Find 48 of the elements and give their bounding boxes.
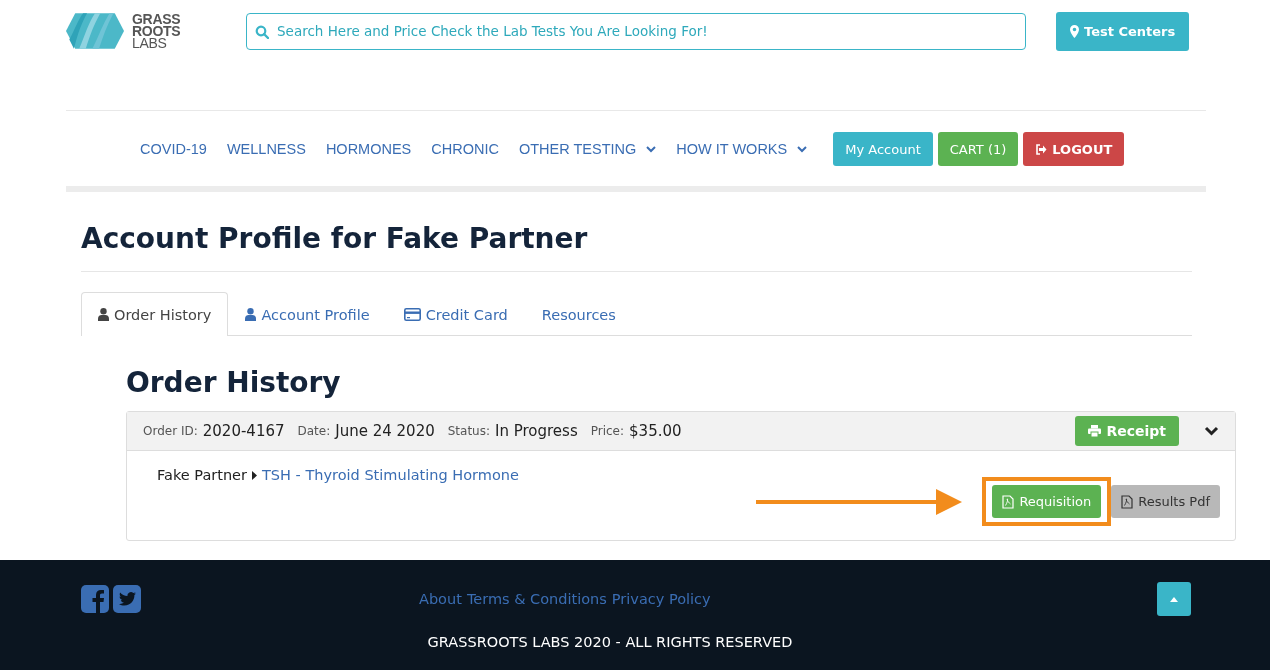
nav-link[interactable]: WELLNESS bbox=[226, 141, 306, 157]
nav-link[interactable]: OTHER TESTING bbox=[518, 141, 657, 157]
receipt-button[interactable]: Receipt bbox=[1075, 416, 1179, 446]
bird-icon[interactable] bbox=[113, 585, 141, 613]
copyright-text: GRASSROOTS LABS 2020 - ALL RIGHTS RESERVED bbox=[426, 634, 794, 650]
field-label: Price: bbox=[590, 424, 625, 438]
user-icon bbox=[98, 308, 109, 321]
user-icon bbox=[245, 308, 257, 321]
logout-button[interactable]: LOGOUT bbox=[1023, 132, 1125, 166]
nav-link[interactable]: COVID-19 bbox=[140, 141, 207, 157]
results-pdf-button[interactable]: Results Pdf bbox=[1111, 485, 1220, 518]
field-value: $35.00 bbox=[629, 422, 682, 440]
section-title: Order History bbox=[126, 366, 342, 399]
tab[interactable]: Account Profile bbox=[228, 292, 387, 336]
field-value: 2020-4167 bbox=[202, 422, 285, 440]
chevron-down-icon[interactable] bbox=[1204, 426, 1219, 436]
nav-link[interactable]: HORMONES bbox=[325, 141, 412, 157]
nav-link[interactable]: CHRONIC bbox=[431, 141, 499, 157]
tab[interactable]: Order History bbox=[81, 292, 229, 336]
footer-link[interactable]: Terms & Conditions bbox=[466, 591, 607, 607]
pdf-file-icon bbox=[1002, 494, 1015, 509]
tab[interactable]: Credit Card bbox=[386, 292, 525, 336]
caret-up-icon bbox=[1170, 596, 1178, 602]
requisition-button[interactable]: Requisition bbox=[992, 485, 1102, 518]
sign-out-icon bbox=[1035, 143, 1048, 155]
credit-card-icon bbox=[403, 308, 421, 321]
facebook-icon[interactable] bbox=[81, 585, 109, 613]
pdf-file-icon bbox=[1121, 494, 1134, 509]
field-label: Order ID: bbox=[143, 424, 198, 438]
field-value: In Progress bbox=[495, 422, 578, 440]
field-value: June 24 2020 bbox=[335, 422, 435, 440]
logo-text: LABS bbox=[132, 37, 167, 49]
patient-name: Fake Partner bbox=[157, 467, 247, 483]
search-field[interactable]: Search Here and Price Check the Lab Tests You Are Looking For! bbox=[246, 12, 1026, 50]
map-pin-icon bbox=[1070, 24, 1079, 38]
test-link[interactable]: TSH - Thyroid Stimulating Hormone bbox=[262, 467, 519, 483]
footer-link[interactable]: About bbox=[419, 591, 462, 607]
field-label: Status: bbox=[447, 424, 490, 438]
caret-right-icon bbox=[252, 470, 257, 480]
page-title: Account Profile for Fake Partner bbox=[81, 222, 1192, 272]
nav-link[interactable]: HOW IT WORKS bbox=[676, 141, 808, 157]
cart-button[interactable]: CART (1) bbox=[937, 132, 1019, 166]
logo-text: ROOTS bbox=[132, 25, 181, 37]
field-label: Date: bbox=[297, 424, 331, 438]
printer-icon bbox=[1088, 425, 1102, 437]
tab[interactable]: Resources bbox=[524, 292, 633, 336]
footer-link[interactable]: Privacy Policy bbox=[611, 591, 711, 607]
logo-text: GRASS bbox=[132, 13, 181, 25]
